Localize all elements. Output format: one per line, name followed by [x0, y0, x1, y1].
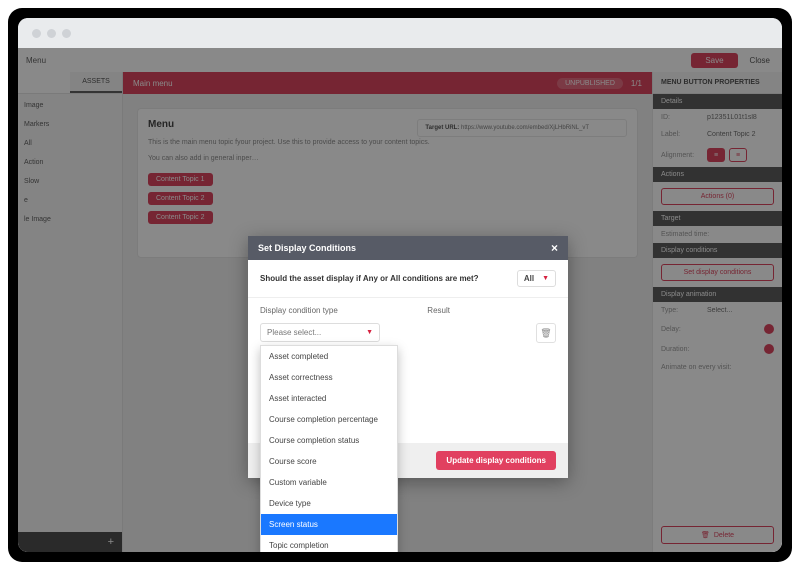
- any-all-value: All: [524, 274, 534, 283]
- condition-type-option[interactable]: Device type: [261, 493, 397, 514]
- col-result-header: Result: [427, 306, 556, 315]
- chevron-down-icon: ▼: [366, 329, 373, 336]
- delete-condition-button[interactable]: 🗑: [536, 323, 556, 343]
- condition-type-option[interactable]: Asset interacted: [261, 388, 397, 409]
- condition-type-option[interactable]: Course completion percentage: [261, 409, 397, 430]
- traffic-dot: [47, 29, 56, 38]
- chevron-down-icon: ▼: [542, 275, 549, 282]
- condition-type-dropdown: Asset completedAsset correctnessAsset in…: [260, 345, 398, 552]
- modal-title: Set Display Conditions: [258, 243, 356, 253]
- condition-type-option[interactable]: Asset correctness: [261, 367, 397, 388]
- condition-type-select[interactable]: Please select... ▼: [260, 323, 380, 342]
- update-conditions-button[interactable]: Update display conditions: [436, 451, 556, 470]
- any-all-select[interactable]: All ▼: [517, 270, 556, 287]
- modal-question: Should the asset display if Any or All c…: [260, 274, 479, 283]
- condition-type-option[interactable]: Course completion status: [261, 430, 397, 451]
- condition-type-placeholder: Please select...: [267, 328, 321, 337]
- trash-icon: 🗑: [540, 328, 551, 339]
- display-conditions-modal: Set Display Conditions × Should the asse…: [248, 236, 568, 478]
- traffic-dot: [62, 29, 71, 38]
- traffic-dot: [32, 29, 41, 38]
- condition-type-option[interactable]: Asset completed: [261, 346, 397, 367]
- condition-type-option[interactable]: Custom variable: [261, 472, 397, 493]
- condition-type-option[interactable]: Screen status: [261, 514, 397, 535]
- col-type-header: Display condition type: [260, 306, 427, 315]
- close-icon[interactable]: ×: [551, 244, 558, 253]
- window-chrome: [18, 18, 782, 48]
- condition-type-option[interactable]: Course score: [261, 451, 397, 472]
- condition-type-option[interactable]: Topic completion: [261, 535, 397, 552]
